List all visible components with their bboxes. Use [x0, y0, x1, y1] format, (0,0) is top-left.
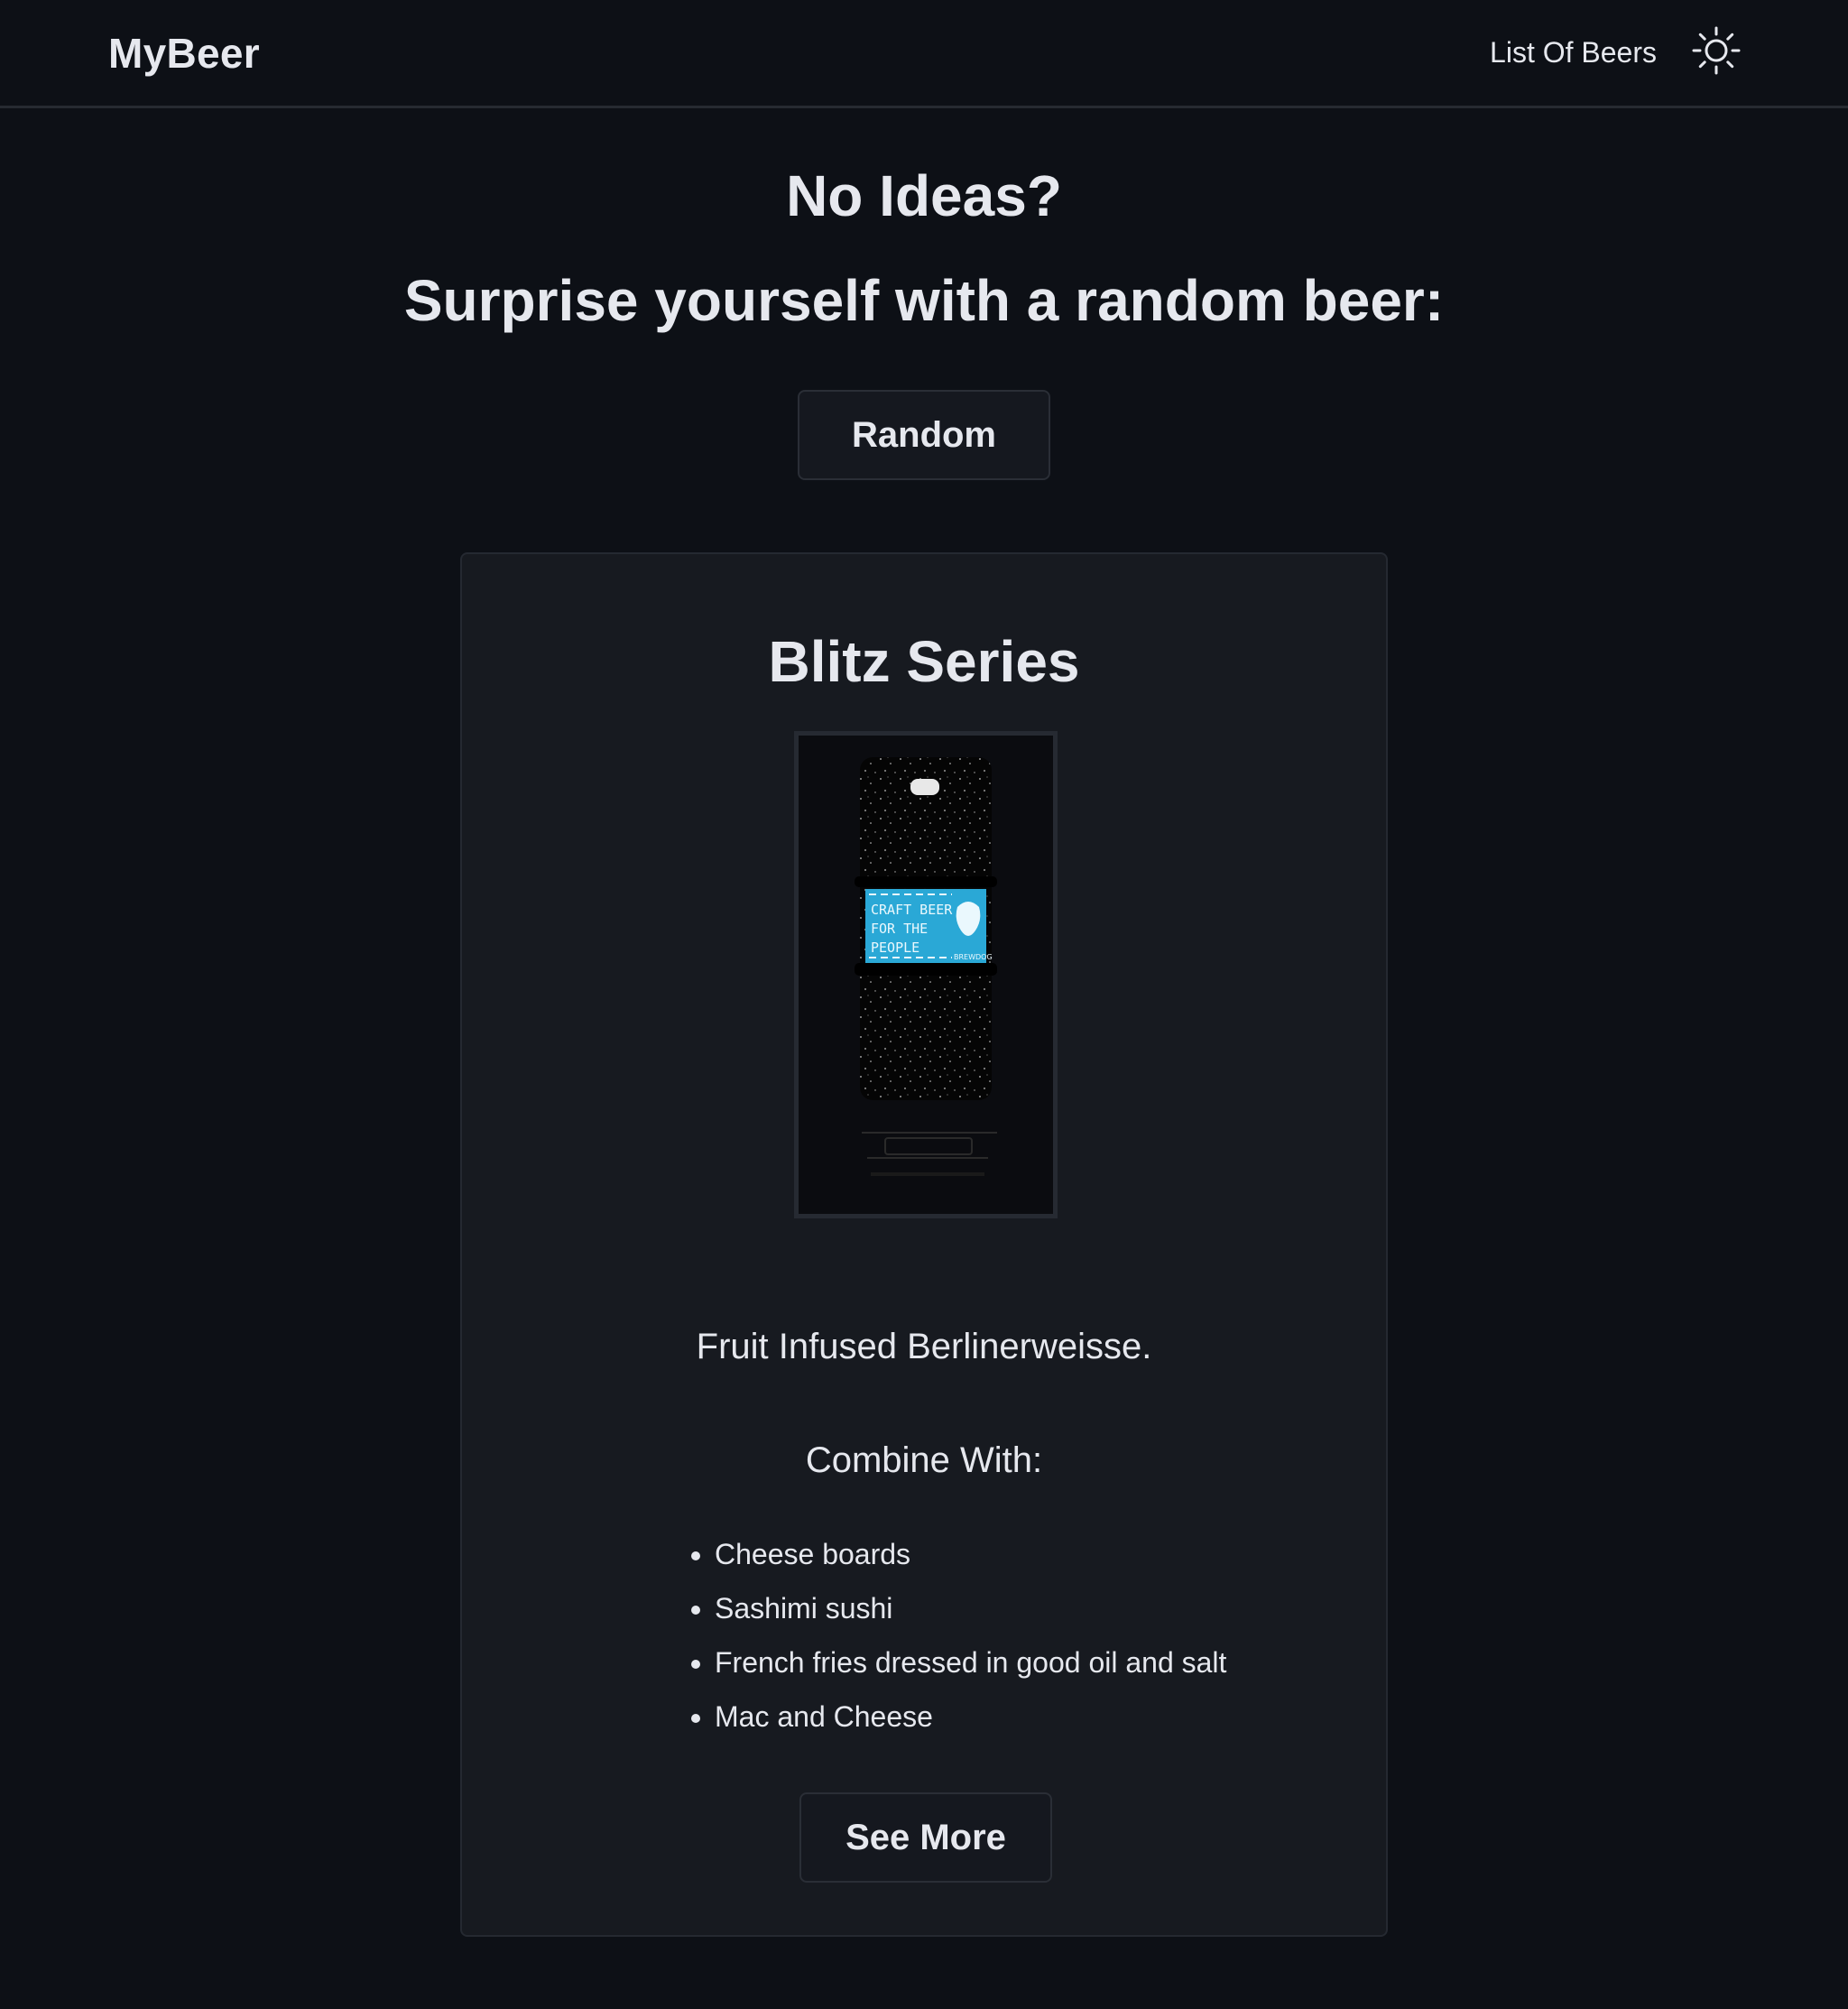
list-item: Mac and Cheese: [715, 1690, 1226, 1744]
beer-can-image: CRAFT BEER FOR THE PEOPLE BREWDOG: [794, 731, 1058, 1218]
see-more-button[interactable]: See More: [799, 1792, 1052, 1883]
label-line-1: CRAFT BEER: [871, 902, 953, 918]
sun-icon: [1692, 26, 1741, 75]
list-item: French fries dressed in good oil and sal…: [715, 1635, 1226, 1690]
hero-title: No Ideas?: [786, 163, 1062, 228]
beer-can-illustration: CRAFT BEER FOR THE PEOPLE BREWDOG: [855, 757, 997, 1176]
hero-subtitle: Surprise yourself with a random beer:: [403, 268, 1445, 333]
brand-mark: BREWDOG: [954, 953, 993, 961]
beer-card: Blitz Series CRAFT BEER FOR THE PEOPLE B…: [460, 552, 1388, 1937]
combine-with-label: Combine With:: [805, 1440, 1043, 1480]
food-pairings-list: Cheese boards Sashimi sushi French fries…: [675, 1527, 1226, 1744]
list-item: Sashimi sushi: [715, 1581, 1226, 1635]
random-button[interactable]: Random: [798, 390, 1050, 480]
brand-logo[interactable]: MyBeer: [108, 29, 260, 78]
navbar: MyBeer List Of Beers: [0, 0, 1848, 108]
label-line-2: FOR THE: [871, 921, 928, 937]
theme-toggle-button[interactable]: [1691, 25, 1742, 76]
beer-name: Blitz Series: [768, 629, 1080, 694]
list-item: Cheese boards: [715, 1527, 1226, 1581]
nav-link-list-of-beers[interactable]: List Of Beers: [1490, 36, 1657, 69]
label-line-3: PEOPLE: [871, 940, 919, 956]
beer-tagline: Fruit Infused Berlinerweisse.: [696, 1327, 1152, 1366]
